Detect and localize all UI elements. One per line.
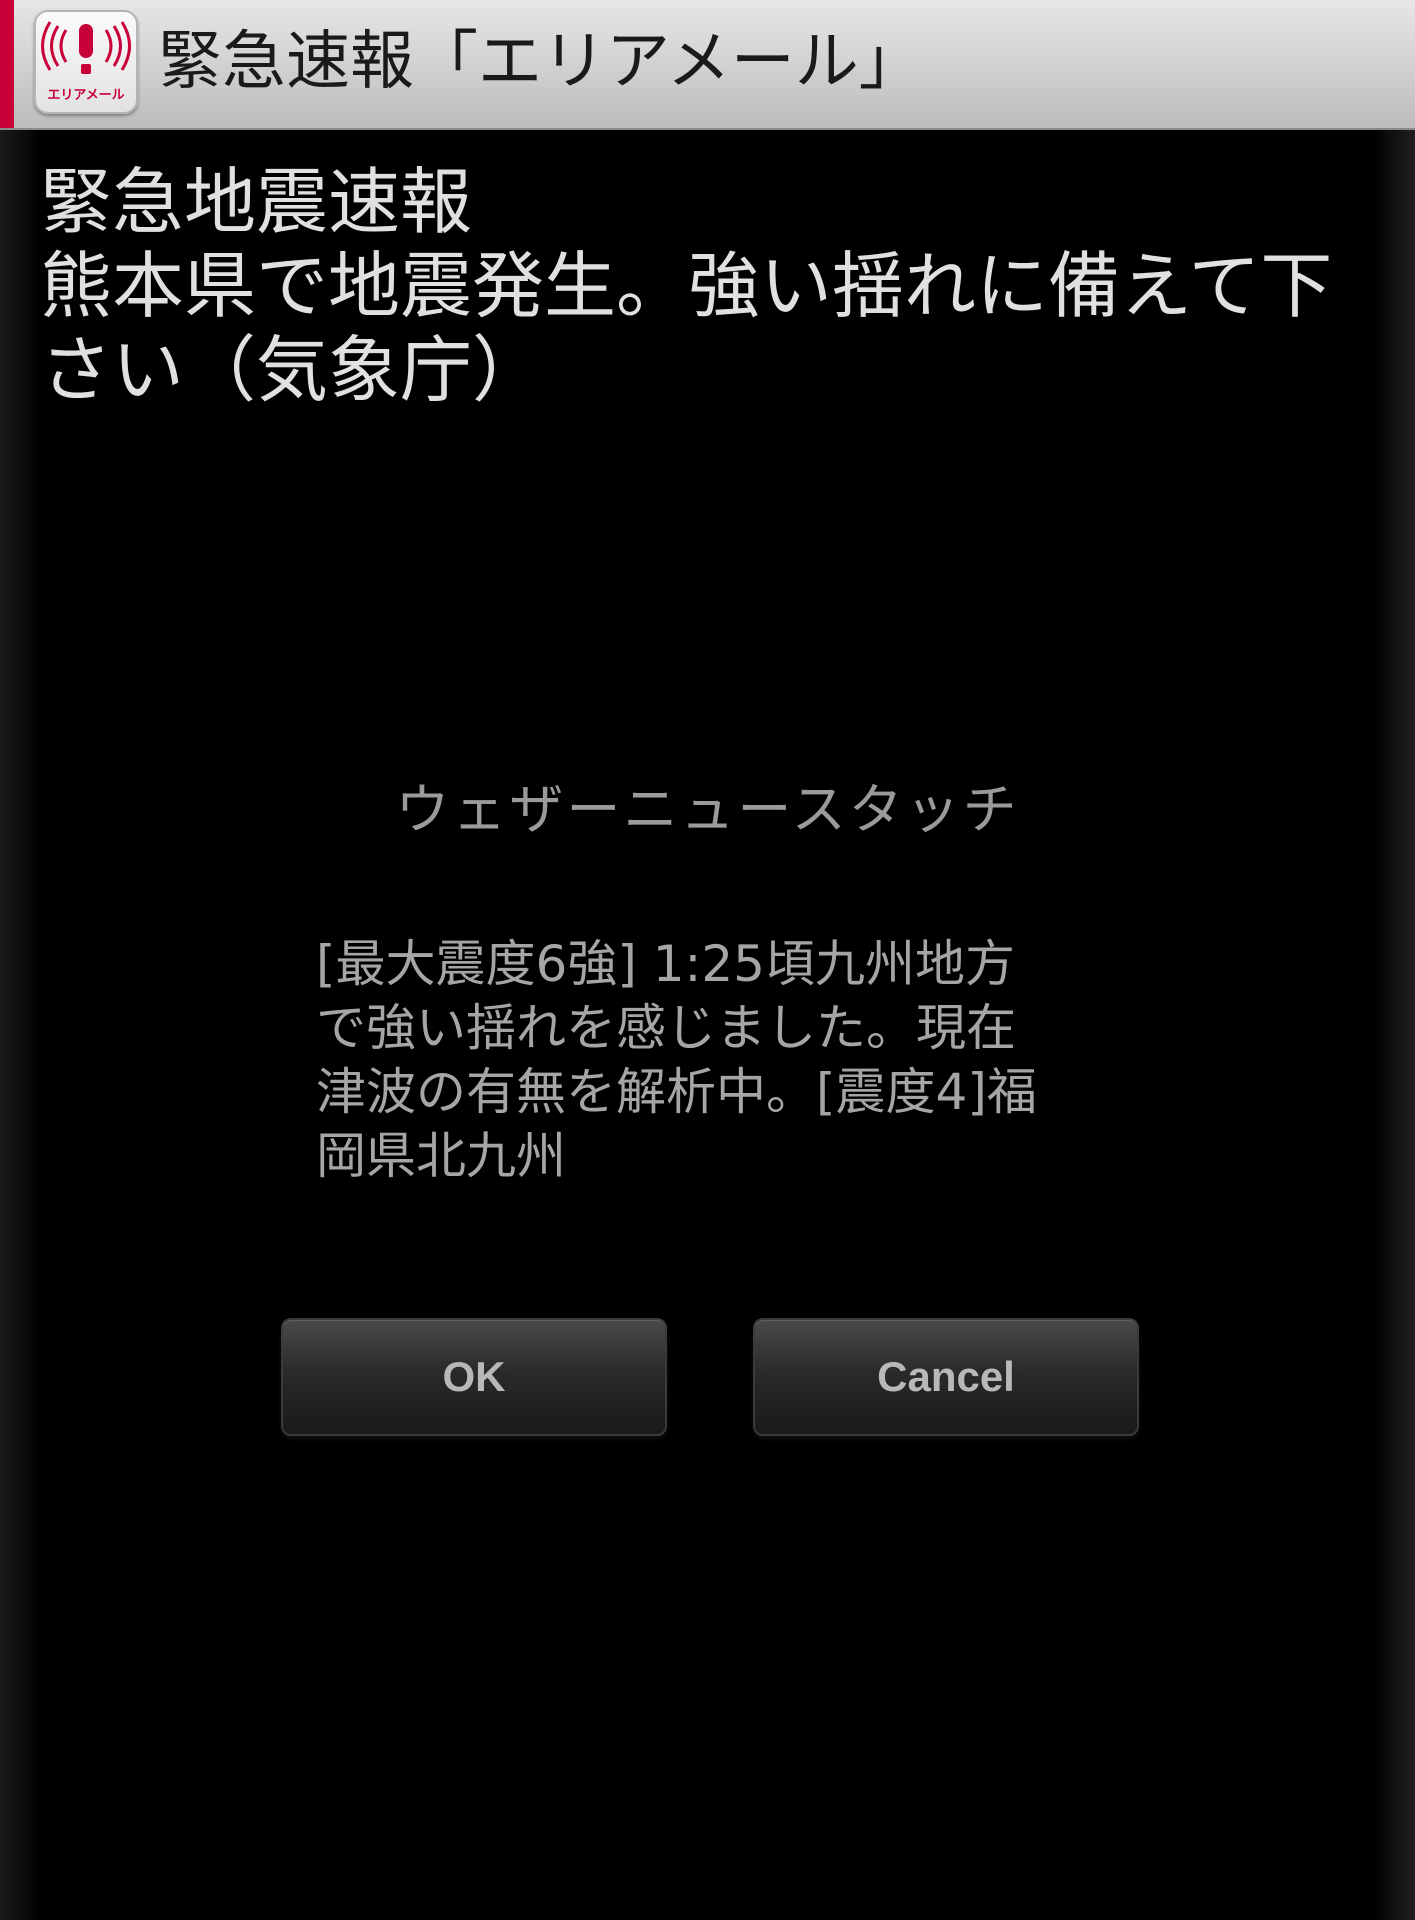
alert-line: 熊本県で地震発生。強い揺れに備えて下 bbox=[40, 244, 1333, 328]
icon-label: エリアメール bbox=[47, 88, 125, 103]
title-accent-stripe bbox=[0, 0, 14, 128]
dialog-title: ウェザーニュースタッチ bbox=[395, 778, 1020, 841]
message-line: 津波の有無を解析中。[震度4]福 bbox=[316, 1063, 1037, 1121]
app-title: 緊急速報「エリアメール」 bbox=[158, 25, 923, 99]
alert-line: 緊急地震速報 bbox=[40, 160, 473, 244]
ok-button[interactable]: OK bbox=[281, 1318, 667, 1436]
screen: エリアメール 緊急速報「エリアメール」 緊急地震速報 熊本県で地震発生。強い揺れ… bbox=[0, 0, 1415, 1920]
alert-line: さい（気象庁） bbox=[40, 328, 545, 412]
message-line: 岡県北九州 bbox=[316, 1127, 566, 1185]
emergency-alert-text: 緊急地震速報 熊本県で地震発生。強い揺れに備えて下 さい（気象庁） bbox=[40, 160, 1370, 412]
title-bar: エリアメール 緊急速報「エリアメール」 bbox=[0, 0, 1415, 130]
alert-broadcast-icon: エリアメール bbox=[34, 10, 138, 114]
message-line: [最大震度6強] 1:25頃九州地方 bbox=[316, 935, 1015, 993]
message-line: で強い揺れを感じました。現在 bbox=[316, 999, 1016, 1057]
dialog-message: [最大震度6強] 1:25頃九州地方 で強い揺れを感じました。現在 津波の有無を… bbox=[316, 932, 1116, 1188]
right-edge-shadow bbox=[1375, 130, 1415, 1920]
cancel-button[interactable]: Cancel bbox=[753, 1318, 1139, 1436]
left-edge-shadow bbox=[0, 130, 40, 1920]
